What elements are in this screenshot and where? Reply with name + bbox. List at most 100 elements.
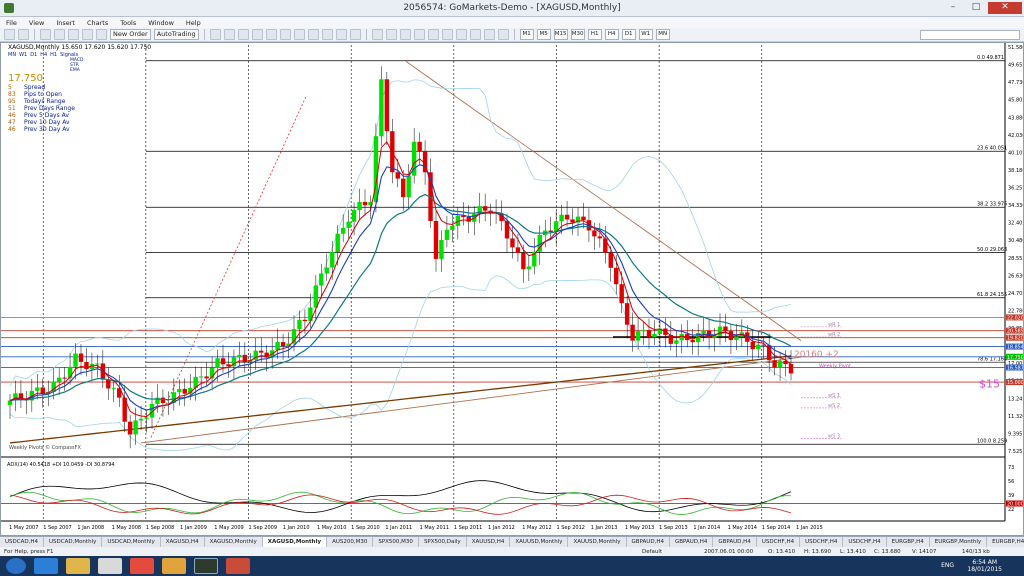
data-window-icon[interactable] (54, 29, 65, 40)
clock[interactable]: 6:54 AM 18/01/2015 (967, 559, 1002, 573)
horizontal-line-icon[interactable] (413, 29, 425, 40)
navigator-icon[interactable] (68, 29, 79, 40)
line-chart-icon[interactable] (237, 29, 249, 40)
chrome-icon[interactable] (130, 558, 154, 574)
chart-tab[interactable]: AUS200,M30 (327, 537, 374, 547)
menu-window[interactable]: Window (148, 19, 174, 27)
chart-tab[interactable]: GBPAUD,H4 (713, 537, 757, 547)
chart-tab[interactable]: USDCHF,H4 (843, 537, 887, 547)
bull-candle (679, 334, 684, 341)
fibonacci-icon[interactable] (455, 29, 467, 40)
equidistant-channel-icon[interactable] (441, 29, 453, 40)
trading-app-icon[interactable] (226, 558, 250, 574)
chart-tab[interactable]: GBPAUD,H4 (627, 537, 670, 547)
price-chart[interactable]: 51.580 49.655 47.730 45.805 43.880 42.030 40.1… (1, 43, 1023, 535)
chart-tab[interactable]: USDCHF,H4 (800, 537, 844, 547)
market-watch-icon[interactable] (40, 29, 51, 40)
indicators-icon[interactable] (321, 29, 333, 40)
paint-icon[interactable] (162, 558, 186, 574)
maximize-button[interactable]: □ (965, 2, 987, 14)
menu-help[interactable]: Help (186, 19, 201, 27)
cursor-icon[interactable] (371, 29, 383, 40)
menu-tools[interactable]: Tools (120, 19, 136, 27)
strategy-tester-icon[interactable] (96, 29, 107, 40)
vertical-line-icon[interactable] (399, 29, 411, 40)
bear-candle (521, 252, 526, 270)
metatrader-icon[interactable] (194, 558, 218, 574)
search-input[interactable] (920, 30, 1020, 40)
chart-tab[interactable]: XAUUSD,Monthly (510, 537, 569, 547)
chart-tab[interactable]: XAGUSD,H4 (161, 537, 205, 547)
start-button[interactable] (6, 558, 26, 574)
status-time: 2007.06.01 00:00 (704, 548, 754, 555)
adx-line (9, 480, 792, 513)
chart-tab[interactable]: SPX500,M30 (373, 537, 419, 547)
candlestick-icon[interactable] (223, 29, 235, 40)
menu-charts[interactable]: Charts (87, 19, 108, 27)
autotrading-button[interactable]: AutoTrading (153, 29, 199, 40)
chart-window[interactable]: 51.580 49.655 47.730 45.805 43.880 42.030 40.1… (0, 42, 1024, 536)
chart-tab[interactable]: USDCHF,H4 (757, 537, 801, 547)
timeframe-d1[interactable]: D1 (621, 29, 636, 40)
chart-tab[interactable]: XAUUSD,Monthly (568, 537, 627, 547)
language-indicator[interactable]: ENG (941, 562, 954, 569)
time-tick-label: 1 Sep 2008 (146, 525, 175, 531)
info-label: Spread (24, 84, 46, 91)
timeframe-m15[interactable]: M15 (553, 29, 568, 40)
tile-icon[interactable] (279, 29, 291, 40)
chart-tab[interactable]: USDCAD,Monthly (44, 537, 103, 547)
info-label: Pips to Open (24, 91, 62, 98)
fib-level-label: 78.6 17.164 (977, 357, 1007, 363)
timeframe-w1[interactable]: W1 (638, 29, 653, 40)
media-icon[interactable] (98, 558, 122, 574)
price-badge-label: 22.020 (1007, 315, 1023, 321)
bar-chart-icon[interactable] (209, 29, 221, 40)
periods-icon[interactable] (335, 29, 347, 40)
time-tick-label: 1 May 2012 (522, 525, 551, 531)
chart-tab[interactable]: SPX500,Daily (419, 537, 467, 547)
terminal-icon[interactable] (82, 29, 93, 40)
chart-annotation: 20160 +2 (794, 350, 839, 360)
chart-tab[interactable]: EURGBP,H4 (987, 537, 1024, 547)
zoom-in-icon[interactable] (251, 29, 263, 40)
symbol-header: XAGUSD,Monthly 15.650 17.620 15.620 17.7… (8, 44, 152, 51)
timeframe-h4[interactable]: H4 (604, 29, 619, 40)
info-value: 95 (8, 98, 16, 105)
signal-tag: W1 (19, 52, 28, 58)
timeframe-m5[interactable]: M5 (536, 29, 551, 40)
zoom-out-icon[interactable] (265, 29, 277, 40)
timeframe-h1[interactable]: H1 (587, 29, 602, 40)
autoscroll-icon[interactable] (293, 29, 305, 40)
bull-candle (559, 214, 564, 222)
minimize-button[interactable]: – (942, 2, 964, 14)
menu-view[interactable]: View (29, 19, 44, 27)
chart-tab[interactable]: XAGUSD,Monthly (205, 537, 263, 547)
timeframe-m30[interactable]: M30 (570, 29, 585, 40)
timeframe-mn[interactable]: MN (655, 29, 670, 40)
text-icon[interactable] (469, 29, 481, 40)
trendline-icon[interactable] (427, 29, 439, 40)
new-chart-icon[interactable] (4, 29, 15, 40)
chart-tab[interactable]: XAGUSD,Monthly (262, 537, 328, 547)
ie-icon[interactable] (34, 558, 58, 574)
profiles-icon[interactable] (18, 29, 29, 40)
menu-insert[interactable]: Insert (56, 19, 75, 27)
close-button[interactable]: ✕ (988, 2, 1022, 14)
chart-tab[interactable]: EURGBP,Monthly (930, 537, 988, 547)
chart-tab[interactable]: EURGBP,H4 (887, 537, 930, 547)
chart-tab[interactable]: USDCAD,Monthly (102, 537, 161, 547)
chart-tab[interactable]: GBPAUD,H4 (670, 537, 714, 547)
chart-tab[interactable]: XAUUSD,H4 (467, 537, 511, 547)
chart-shift-icon[interactable] (307, 29, 319, 40)
explorer-icon[interactable] (66, 558, 90, 574)
price-badge-label: 17.750 (1007, 355, 1023, 361)
chart-tab[interactable]: USDCAD,H4 (0, 537, 44, 547)
templates-icon[interactable] (349, 29, 361, 40)
new-order-button[interactable]: New Order (110, 29, 151, 40)
timeframe-m1[interactable]: M1 (519, 29, 534, 40)
arrows-icon[interactable] (497, 29, 509, 40)
info-value: 51 (8, 105, 16, 112)
menu-file[interactable]: File (6, 19, 17, 27)
text-label-icon[interactable] (483, 29, 495, 40)
crosshair-icon[interactable] (385, 29, 397, 40)
